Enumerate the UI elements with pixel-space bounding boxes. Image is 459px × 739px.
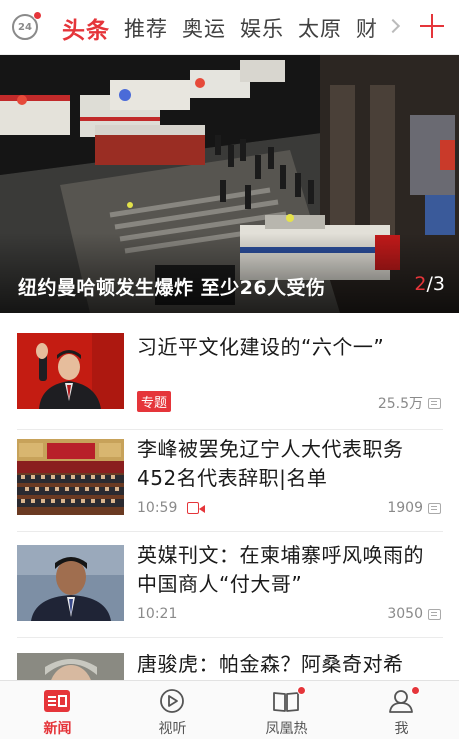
news-thumbnail bbox=[17, 439, 124, 515]
clock-badge-text: 24 bbox=[18, 21, 32, 33]
comment-count-text: 1909 bbox=[387, 500, 423, 516]
nav-news-label: 新闻 bbox=[43, 721, 72, 737]
tab-olympics[interactable]: 奥运 bbox=[182, 13, 226, 43]
news-thumbnail bbox=[17, 653, 124, 680]
channel-tabs: 头条 推荐 奥运 娱乐 太原 财 bbox=[62, 0, 408, 55]
hero-pager: 2/3 bbox=[414, 273, 445, 295]
news-item[interactable]: 唐骏虎：帕金森？阿桑奇对希 bbox=[0, 638, 459, 680]
hero-carousel[interactable]: 纽约曼哈顿发生爆炸 至少26人受伤 2/3 bbox=[0, 55, 459, 313]
tab-recommended[interactable]: 推荐 bbox=[124, 13, 168, 43]
comment-icon bbox=[428, 397, 441, 409]
news-headline: 李峰被罢免辽宁人大代表职务 452名代表辞职|名单 bbox=[137, 437, 404, 490]
news-icon bbox=[44, 690, 70, 712]
news-time: 10:21 bbox=[137, 606, 178, 622]
notification-dot bbox=[297, 686, 306, 695]
news-meta: 专题 bbox=[137, 391, 172, 412]
news-item[interactable]: 英媒刊文：在柬埔寨呼风唤雨的中国商人“付大哥” 10:21 3050 bbox=[0, 532, 459, 650]
nav-me[interactable]: 我 bbox=[344, 681, 459, 739]
comment-icon bbox=[428, 502, 441, 514]
tab-taiyuan[interactable]: 太原 bbox=[298, 13, 342, 43]
nav-video-label: 视听 bbox=[158, 721, 187, 737]
nav-video[interactable]: 视听 bbox=[115, 681, 230, 739]
notification-dot bbox=[411, 686, 420, 695]
news-headline: 英媒刊文：在柬埔寨呼风唤雨的中国商人“付大哥” bbox=[137, 543, 424, 596]
play-icon bbox=[160, 689, 184, 713]
video-icon bbox=[187, 501, 206, 515]
news-time: 10:59 bbox=[137, 500, 178, 516]
news-item[interactable]: 习近平文化建设的“六个一” 专题 25.5万 bbox=[0, 313, 459, 431]
hero-pager-total: /3 bbox=[426, 273, 446, 295]
hero-pager-current: 2 bbox=[414, 273, 427, 295]
nav-me-label: 我 bbox=[394, 721, 409, 737]
channel-tab-bar: 24 头条 推荐 奥运 娱乐 太原 财 bbox=[0, 0, 459, 55]
news-headline: 唐骏虎：帕金森？阿桑奇对希 bbox=[137, 652, 404, 676]
add-channel-icon[interactable] bbox=[418, 12, 446, 40]
nav-phoenix-hot[interactable]: 凤凰热 bbox=[229, 681, 344, 739]
news-headline: 习近平文化建设的“六个一” bbox=[137, 335, 385, 359]
user-icon bbox=[389, 690, 413, 713]
nav-news[interactable]: 新闻 bbox=[0, 681, 115, 739]
app-screen: 24 头条 推荐 奥运 娱乐 太原 财 纽约曼哈顿发生爆炸 至少26人受伤 2/… bbox=[0, 0, 459, 739]
comment-count[interactable]: 3050 bbox=[387, 606, 441, 622]
notification-dot bbox=[33, 11, 42, 20]
news-meta: 10:21 bbox=[137, 606, 177, 622]
news-meta: 10:59 bbox=[137, 500, 206, 516]
news-thumbnail bbox=[17, 545, 124, 621]
hero-title[interactable]: 纽约曼哈顿发生爆炸 至少26人受伤 bbox=[18, 273, 326, 300]
comment-icon bbox=[428, 608, 441, 620]
comment-count-text: 3050 bbox=[387, 606, 423, 622]
tab-headlines[interactable]: 头条 bbox=[62, 11, 110, 45]
news-thumbnail bbox=[17, 333, 124, 409]
book-icon bbox=[273, 692, 299, 712]
bottom-navigation: 新闻 视听 凤凰热 我 bbox=[0, 680, 459, 739]
comment-count[interactable]: 25.5万 bbox=[378, 393, 441, 413]
comment-count[interactable]: 1909 bbox=[387, 500, 441, 516]
tab-entertainment[interactable]: 娱乐 bbox=[240, 13, 284, 43]
comment-count-text: 25.5万 bbox=[377, 396, 423, 412]
topic-badge: 专题 bbox=[137, 391, 172, 412]
nav-phoenix-hot-label: 凤凰热 bbox=[265, 721, 308, 737]
